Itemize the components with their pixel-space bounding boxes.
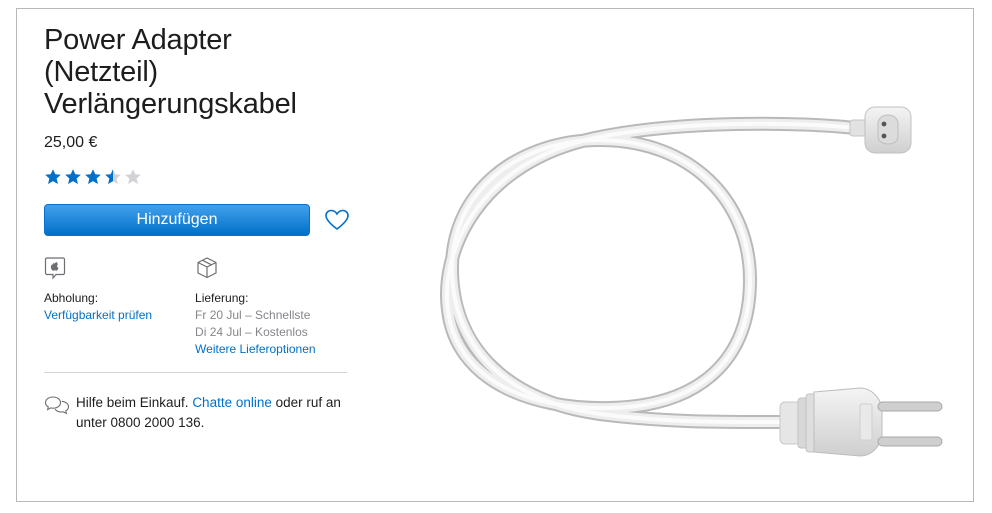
rating-stars[interactable] (44, 168, 354, 186)
delivery-section: Lieferung: Fr 20 Jul – Schnellste Di 24 … (195, 256, 354, 366)
check-availability-link[interactable]: Verfügbarkeit prüfen (44, 308, 152, 322)
help-text: Hilfe beim Einkauf. Chatte online oder r… (76, 393, 341, 433)
apple-store-icon (44, 256, 195, 282)
help-text-call: oder ruf an (271, 395, 341, 410)
star-icon (105, 169, 121, 184)
chat-online-link[interactable]: Chatte online (192, 395, 272, 410)
divider (44, 372, 347, 373)
product-price: 25,00 € (44, 134, 98, 151)
fulfillment-options: Abholung: Verfügbarkeit prüfen Lieferung… (44, 256, 354, 366)
more-delivery-options-link[interactable]: Weitere Lieferoptionen (195, 342, 316, 356)
star-icon (65, 169, 81, 184)
help-phone-text: unter 0800 2000 136. (76, 415, 205, 430)
star-icon (45, 169, 61, 184)
heart-icon[interactable] (324, 208, 350, 232)
box-icon (195, 256, 354, 282)
pickup-section: Abholung: Verfügbarkeit prüfen (44, 256, 195, 366)
delivery-label: Lieferung: (195, 291, 249, 305)
delivery-option-fastest: Fr 20 Jul – Schnellste (195, 308, 311, 322)
star-icon (125, 169, 141, 184)
male-plug-icon (779, 387, 943, 457)
add-to-bag-button[interactable]: Hinzufügen (44, 204, 310, 236)
product-image (420, 10, 972, 500)
help-text-intro: Hilfe beim Einkauf. (76, 395, 193, 410)
product-title-line-3: Verlängerungskabel (44, 88, 297, 120)
female-connector-icon (849, 106, 912, 154)
pickup-label: Abholung: (44, 291, 99, 305)
product-title: Power Adapter (Netzteil) Verlängerungska… (44, 24, 354, 120)
product-title-line-1: Power Adapter (44, 24, 232, 56)
star-icon (85, 169, 101, 184)
buy-row: Hinzufügen (44, 204, 354, 236)
product-info-panel: Power Adapter (Netzteil) Verlängerungska… (44, 24, 354, 433)
delivery-option-free: Di 24 Jul – Kostenlos (195, 325, 308, 339)
product-title-line-2: (Netzteil) (44, 56, 159, 88)
help-section: Hilfe beim Einkauf. Chatte online oder r… (44, 393, 354, 433)
chat-bubbles-icon (44, 393, 72, 433)
